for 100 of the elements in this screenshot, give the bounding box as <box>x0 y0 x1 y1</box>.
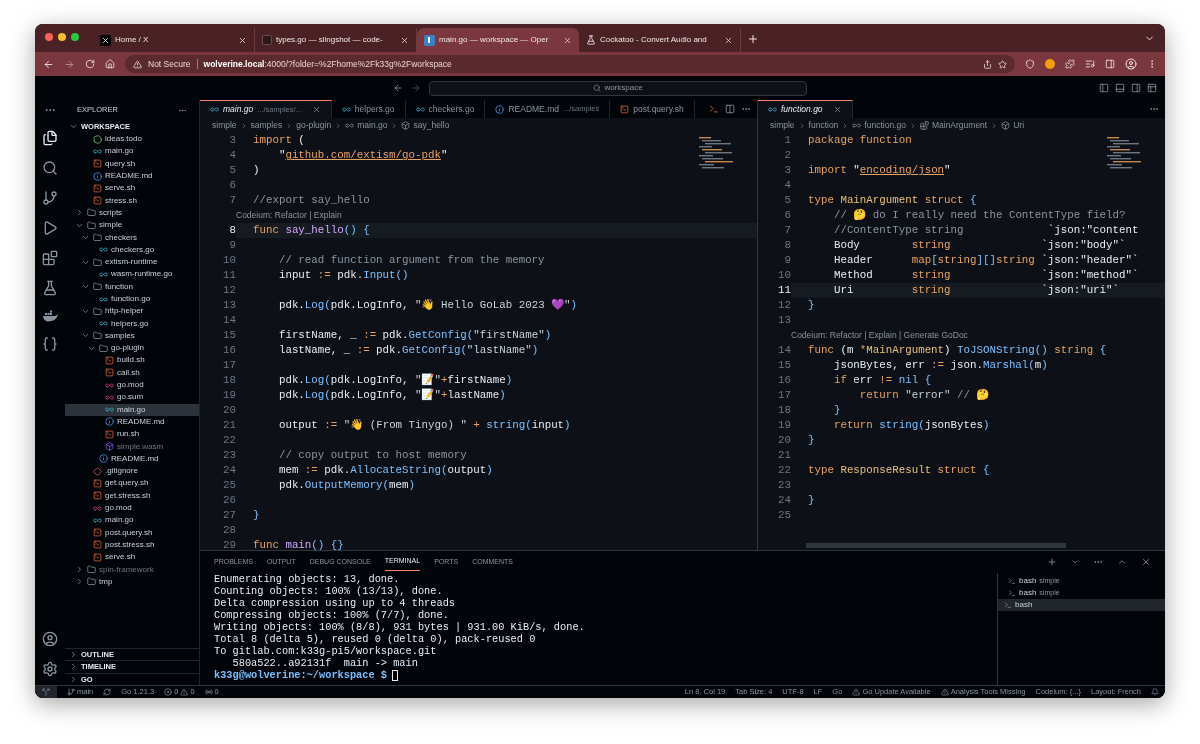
settings-icon[interactable] <box>42 661 58 677</box>
layout-icon[interactable] <box>1147 83 1157 93</box>
file-item[interactable]: serve.sh <box>65 551 199 564</box>
close-icon[interactable] <box>400 35 409 45</box>
close-icon[interactable] <box>1141 557 1151 567</box>
folder-item[interactable]: simple <box>65 219 199 232</box>
breadcrumb-item[interactable]: function.go <box>864 119 906 132</box>
media-icon[interactable] <box>1085 59 1095 69</box>
reload-icon[interactable] <box>85 59 95 69</box>
file-item[interactable]: stress.sh <box>65 194 199 207</box>
maximize-window-button[interactable] <box>71 33 79 41</box>
command-search-field[interactable]: workspace <box>429 80 807 96</box>
file-item[interactable]: query.sh <box>65 157 199 170</box>
new-tab-icon[interactable] <box>747 33 759 45</box>
extensions-icon[interactable] <box>1065 59 1075 69</box>
codelens-links[interactable]: Codeium: Refactor | Explain | Generate GoDoc <box>791 329 968 342</box>
explorer-icon[interactable] <box>42 130 58 146</box>
file-item[interactable]: go.mod <box>65 378 199 392</box>
extensions-icon[interactable] <box>42 250 58 266</box>
file-item[interactable]: ideas.todo <box>65 133 199 146</box>
line-number: 11 <box>777 283 791 299</box>
share-icon[interactable] <box>983 59 992 69</box>
account-icon[interactable] <box>42 631 58 647</box>
breadcrumb-item[interactable]: say_hello <box>413 119 450 132</box>
breadcrumb-item[interactable]: samples <box>250 119 283 132</box>
folder-item[interactable]: http-helper <box>65 305 199 318</box>
close-icon[interactable] <box>563 35 572 45</box>
home-icon[interactable] <box>105 59 115 69</box>
breadcrumb-item[interactable]: function <box>808 119 839 132</box>
file-item[interactable]: .gitignore <box>65 465 199 478</box>
breadcrumb-item[interactable]: Uri <box>1013 119 1025 132</box>
file-item[interactable]: go.sum <box>65 391 199 404</box>
close-icon[interactable] <box>238 35 247 45</box>
chevron-icon[interactable] <box>1071 558 1079 566</box>
file-item[interactable]: post.stress.sh <box>65 538 199 552</box>
close-icon[interactable] <box>832 105 842 114</box>
shield-icon[interactable] <box>1025 59 1035 69</box>
file-item[interactable]: wasm-runtime.go <box>65 268 199 281</box>
file-item[interactable]: checkers.go <box>65 243 199 256</box>
file-item[interactable]: helpers.go <box>65 317 199 330</box>
folder-item[interactable]: tmp <box>65 575 199 588</box>
sync-icon[interactable] <box>103 688 112 696</box>
file-item[interactable]: get.stress.sh <box>65 489 199 502</box>
file-item[interactable]: get.query.sh <box>65 477 199 490</box>
toggle-panel-icon[interactable] <box>1115 83 1125 93</box>
close-window-button[interactable] <box>45 33 53 41</box>
bookmark-star-icon[interactable] <box>998 59 1007 69</box>
file-item[interactable]: function.go <box>65 292 199 306</box>
close-icon[interactable] <box>311 105 321 114</box>
breadcrumb-item[interactable]: go-plugin <box>296 119 332 132</box>
file-item[interactable]: main.go <box>65 403 199 416</box>
breadcrumb-item[interactable]: simple <box>770 119 795 132</box>
folder-item[interactable]: samples <box>65 329 199 343</box>
address-bar[interactable]: Not Secure wolverine.local:4000/?folder=%2Fhome%2Fk33g%2Fworkspace <box>125 55 1015 73</box>
file-item[interactable]: go.mod <box>65 501 199 515</box>
new-terminal-icon[interactable] <box>1047 557 1057 567</box>
breadcrumb-item[interactable]: MainArgument <box>931 119 988 132</box>
folder-item[interactable]: go-plugin <box>65 342 199 355</box>
file-icon <box>93 171 102 181</box>
source-control-icon[interactable] <box>42 190 58 206</box>
file-item[interactable]: run.sh <box>65 428 199 441</box>
file-item[interactable]: build.sh <box>65 354 199 367</box>
braces-icon[interactable] <box>42 336 58 352</box>
folder-item[interactable]: spin-framework <box>65 563 199 576</box>
terminal-list-item[interactable]: bash <box>998 599 1165 611</box>
flask-icon[interactable] <box>42 280 58 296</box>
horizontal-scrollbar[interactable] <box>806 543 1066 548</box>
browser-tab[interactable]: main.go — workspace — Oper <box>417 28 579 52</box>
codelens-links[interactable]: Codeium: Refactor | Explain <box>236 209 342 222</box>
toggle-sidebar-icon[interactable] <box>1099 83 1109 93</box>
file-item[interactable]: README.md <box>65 452 199 465</box>
breadcrumb-item[interactable]: simple <box>212 119 237 132</box>
file-item[interactable]: main.go <box>65 145 199 158</box>
remote-button[interactable] <box>35 686 57 698</box>
profile-avatar-icon[interactable] <box>1125 58 1137 70</box>
search-icon[interactable] <box>42 160 58 176</box>
folder-item[interactable]: scripts <box>65 206 199 220</box>
folder-item[interactable]: function <box>65 280 199 293</box>
notifications-icon[interactable] <box>1151 688 1159 696</box>
file-item[interactable]: main.go <box>65 514 199 527</box>
minimize-window-button[interactable] <box>58 33 66 41</box>
maximize-panel-icon[interactable] <box>1117 557 1127 567</box>
extension-icon[interactable] <box>1045 59 1055 69</box>
breadcrumb-item[interactable]: main.go <box>357 119 388 132</box>
file-item[interactable]: simple.wasm <box>65 440 199 453</box>
back-icon[interactable] <box>43 58 54 70</box>
side-panel-icon[interactable] <box>1105 59 1115 69</box>
file-item[interactable]: serve.sh <box>65 182 199 195</box>
run-debug-icon[interactable] <box>42 220 58 236</box>
file-item[interactable]: README.md <box>65 415 199 429</box>
file-item[interactable]: README.md <box>65 169 199 183</box>
file-item[interactable]: post.query.sh <box>65 526 199 539</box>
editor-tab[interactable]: function.go <box>758 100 853 118</box>
split-editor-icon[interactable] <box>725 104 735 114</box>
folder-item[interactable]: checkers <box>65 231 199 244</box>
file-item[interactable]: call.sh <box>65 366 199 379</box>
close-icon[interactable] <box>724 35 733 45</box>
toggle-secondary-sidebar-icon[interactable] <box>1131 83 1141 93</box>
folder-item[interactable]: extism-runtime <box>65 255 199 269</box>
back-icon[interactable] <box>393 83 403 93</box>
